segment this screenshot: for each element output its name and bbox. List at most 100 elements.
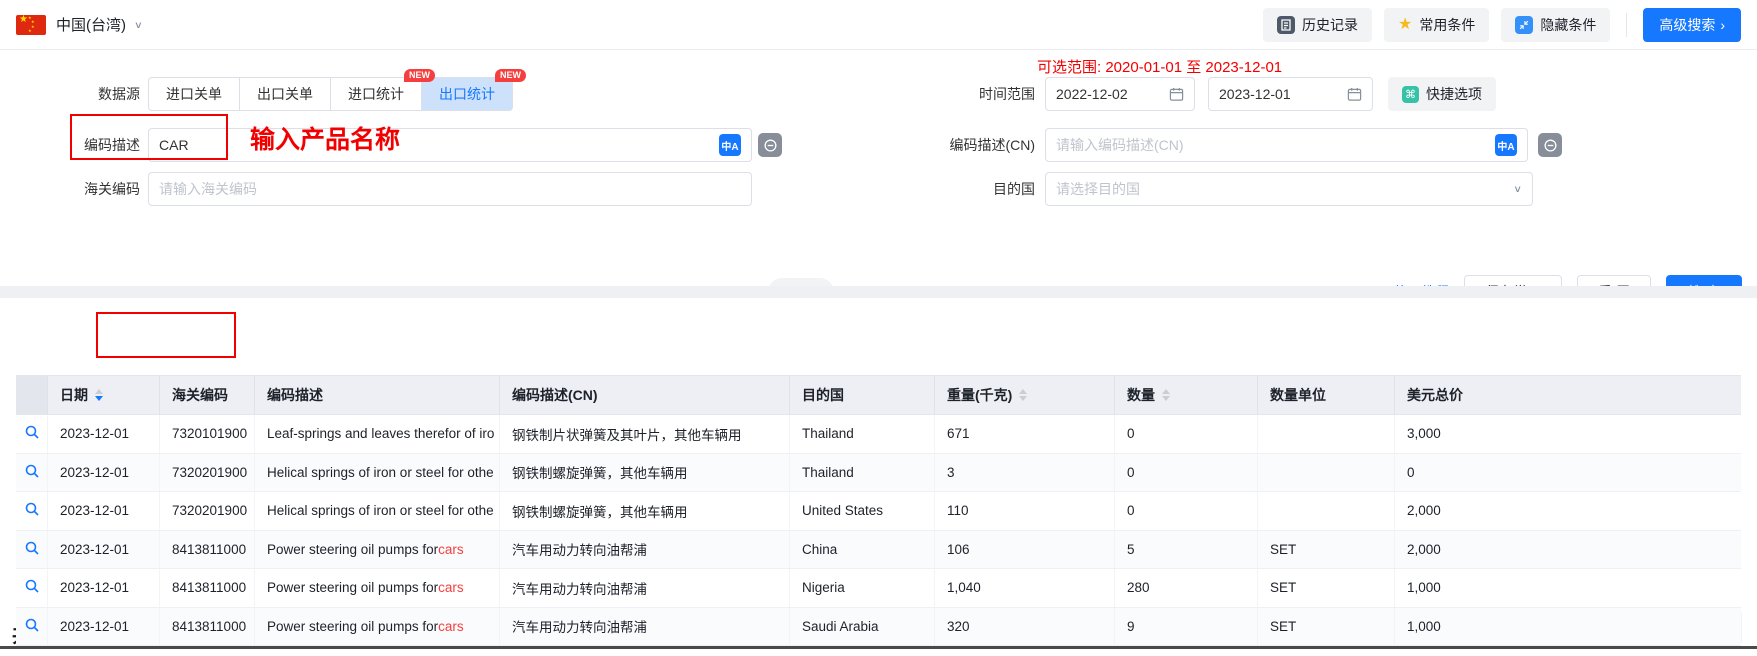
cell-unit: SET	[1258, 569, 1395, 607]
chevron-down-icon[interactable]: ∨	[134, 19, 143, 30]
cell-weight: 110	[935, 492, 1115, 530]
china-flag-icon: ★ ★ ★ ★ ★	[16, 14, 46, 35]
command-icon: ⌘	[1402, 85, 1419, 103]
cell-weight: 671	[935, 415, 1115, 453]
cell-desc-cn: 汽车用动力转向油帮浦	[500, 607, 790, 645]
cell-desc-cn: 汽车用动力转向油帮浦	[500, 530, 790, 568]
table-row: 2023-12-01 8413811000 Power steering oil p…	[16, 569, 1741, 608]
tab-import-statistics[interactable]: 进口统计 NEW	[330, 69, 435, 110]
tab-import-declarations[interactable]: 进口关单	[149, 78, 239, 110]
calendar-icon	[1347, 87, 1362, 102]
cell-quantity: 5	[1115, 530, 1258, 568]
magnifier-icon	[24, 578, 40, 597]
cell-desc-cn: 钢铁制片状弹簧及其叶片，其他车辆用	[500, 415, 790, 453]
translate-icon[interactable]: 中A	[719, 134, 741, 156]
cell-date: 2023-12-01	[48, 492, 160, 530]
cell-destination: China	[790, 530, 935, 568]
cell-date: 2023-12-01	[48, 415, 160, 453]
desc-cn-input[interactable]: 请输入编码描述(CN) 中A	[1045, 128, 1528, 162]
cell-destination: Thailand	[790, 453, 935, 491]
date-to-input[interactable]: 2023-12-01	[1208, 77, 1373, 111]
column-header-date[interactable]: 日期	[48, 376, 160, 414]
results-table: 日期 海关编码 编码描述 编码描述(CN) 目的国 重量(千克) 数量 数量单位 美元总价 20…	[16, 375, 1741, 646]
chevron-down-icon: ∨	[1513, 183, 1522, 195]
cell-hs-code: 7320101900	[160, 415, 255, 453]
cell-desc-cn: 钢铁制螺旋弹簧，其他车辆用	[500, 453, 790, 491]
sort-icon[interactable]	[1019, 389, 1028, 401]
column-header-desc_en: 编码描述	[255, 376, 500, 414]
cell-quantity: 0	[1115, 415, 1258, 453]
sort-icon[interactable]	[95, 389, 103, 401]
cell-unit	[1258, 492, 1395, 530]
cell-hs-code: 8413811000	[160, 607, 255, 645]
data-source-tabs: 进口关单 出口关单 进口统计 NEW 出口统计 NEW	[148, 69, 526, 111]
table-body: 2023-12-01 7320101900 Leaf-springs and lea…	[16, 415, 1741, 646]
magnifier-icon	[24, 424, 40, 443]
cell-date: 2023-12-01	[48, 607, 160, 645]
magnifier-icon	[24, 463, 40, 482]
cell-weight: 320	[935, 607, 1115, 645]
cell-desc-en: Power steering oil pumps for cars	[255, 607, 500, 645]
history-button[interactable]: 历史记录	[1262, 7, 1372, 42]
tab-export-statistics[interactable]: 出口统计 NEW	[421, 69, 526, 110]
data-source-label: 数据源	[98, 86, 140, 102]
desc-cn-label: 编码描述(CN)	[949, 137, 1035, 153]
magnifier-icon	[24, 501, 40, 520]
cell-destination: Nigeria	[790, 569, 935, 607]
row-detail-button[interactable]	[16, 530, 48, 568]
time-range-label: 时间范围	[979, 86, 1035, 102]
cell-desc-cn: 汽车用动力转向油帮浦	[500, 569, 790, 607]
sort-icon[interactable]	[1162, 389, 1170, 401]
arrow-right-icon: ›	[1720, 16, 1725, 33]
table-row: 2023-12-01 7320201900 Helical springs of i…	[16, 492, 1741, 531]
search-term-highlight: cars	[438, 618, 464, 634]
exclude-icon[interactable]	[1538, 133, 1562, 157]
row-detail-button[interactable]	[16, 415, 48, 453]
row-detail-button[interactable]	[16, 492, 48, 530]
country-selector[interactable]: 中国(台湾)	[56, 14, 126, 35]
dest-country-select[interactable]: 请选择目的国 ∨	[1045, 172, 1533, 206]
cell-hs-code: 7320201900	[160, 453, 255, 491]
cell-destination: United States	[790, 492, 935, 530]
exclude-icon[interactable]	[758, 133, 782, 157]
favorites-button[interactable]: ★ 常用条件	[1383, 7, 1490, 42]
column-header-unit: 数量单位	[1258, 376, 1395, 414]
table-header-row: 日期 海关编码 编码描述 编码描述(CN) 目的国 重量(千克) 数量 数量单位 美元总价	[16, 375, 1741, 415]
table-row: 2023-12-01 8413811000 Power steering oil p…	[16, 530, 1741, 569]
cell-desc-en: Leaf-springs and leaves therefor of iro	[255, 415, 500, 453]
calendar-icon	[1169, 87, 1184, 102]
cell-desc-en: Helical springs of iron or steel for oth…	[255, 492, 500, 530]
cell-destination: Saudi Arabia	[790, 607, 935, 645]
row-detail-button[interactable]	[16, 453, 48, 491]
cell-date: 2023-12-01	[48, 453, 160, 491]
advanced-search-button[interactable]: 高级搜索 ›	[1643, 7, 1741, 42]
magnifier-icon	[24, 540, 40, 559]
magnifier-icon	[24, 617, 40, 636]
cell-hs-code: 7320201900	[160, 492, 255, 530]
search-term-highlight: cars	[438, 580, 464, 596]
cell-weight: 106	[935, 530, 1115, 568]
hs-code-input[interactable]: 请输入海关编码	[148, 172, 752, 206]
tab-export-declarations[interactable]: 出口关单	[239, 78, 330, 110]
hide-conditions-button[interactable]: 隐藏条件	[1501, 7, 1611, 42]
column-header-quantity[interactable]: 数量	[1115, 376, 1258, 414]
cell-desc-en: Helical springs of iron or steel for oth…	[255, 453, 500, 491]
desc-input[interactable]: CAR 中A	[148, 128, 752, 162]
column-header-weight[interactable]: 重量(千克)	[935, 376, 1115, 414]
row-detail-button[interactable]	[16, 569, 48, 607]
date-from-input[interactable]: 2022-12-02	[1045, 77, 1195, 111]
cell-usd-total: 2,000	[1407, 503, 1441, 519]
column-header-expand	[16, 376, 48, 414]
cell-date: 2023-12-01	[48, 569, 160, 607]
cell-unit	[1258, 415, 1395, 453]
hs-code-label: 海关编码	[84, 181, 140, 197]
row-detail-button[interactable]	[16, 607, 48, 645]
new-badge: NEW	[495, 69, 526, 82]
column-header-usd_total: 美元总价	[1407, 387, 1463, 403]
cell-desc-en: Power steering oil pumps for cars	[255, 569, 500, 607]
translate-icon[interactable]: 中A	[1495, 134, 1517, 156]
cell-quantity: 0	[1115, 453, 1258, 491]
cell-destination: Thailand	[790, 415, 935, 453]
quick-options-button[interactable]: ⌘ 快捷选项	[1388, 77, 1496, 111]
cell-usd-total: 1,000	[1407, 618, 1441, 634]
